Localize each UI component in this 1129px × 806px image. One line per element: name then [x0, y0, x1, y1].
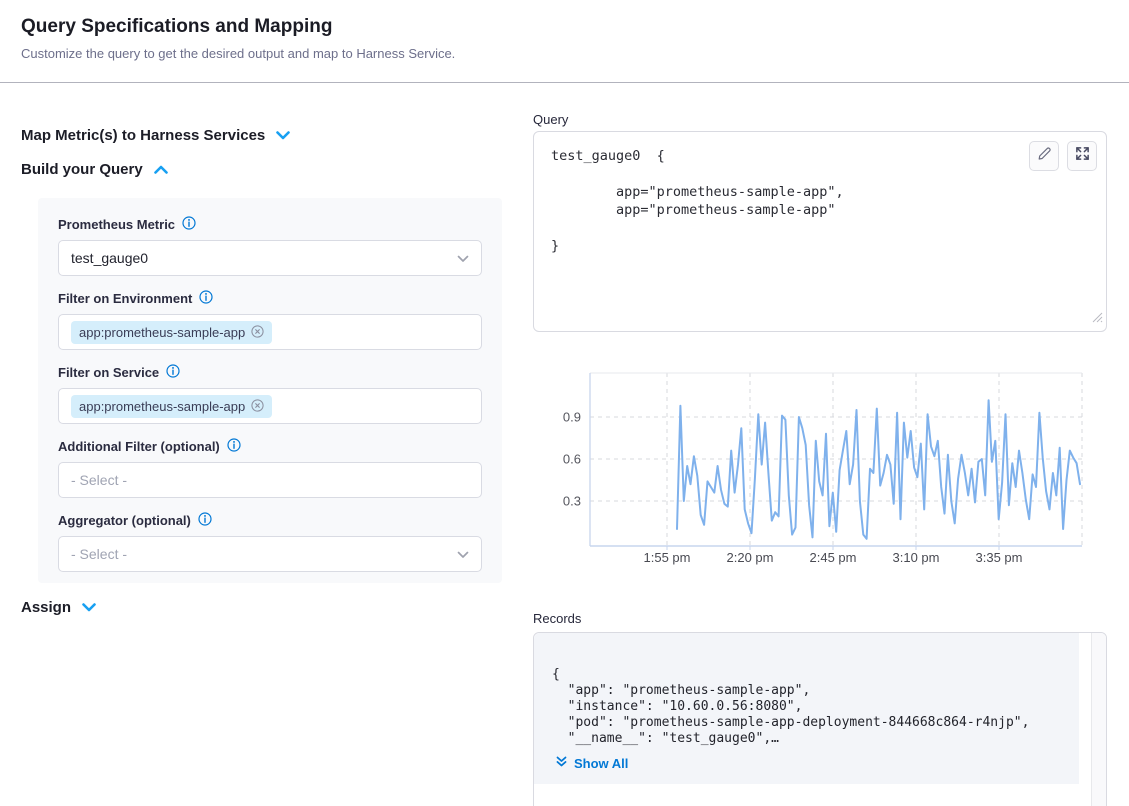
resize-grip[interactable] [1092, 310, 1103, 328]
svg-text:0.3: 0.3 [563, 494, 581, 509]
page-subtitle: Customize the query to get the desired o… [21, 46, 455, 61]
additional-filter-input[interactable]: - Select - [58, 462, 482, 498]
page-title: Query Specifications and Mapping [21, 16, 332, 38]
chevron-down-icon [82, 603, 96, 612]
aggregator-select[interactable]: - Select - [58, 536, 482, 572]
info-icon[interactable] [198, 512, 212, 529]
edit-query-button[interactable] [1029, 141, 1059, 171]
field-aggregator: Aggregator (optional) - Select - [58, 512, 482, 572]
svg-text:2:45 pm: 2:45 pm [810, 550, 857, 565]
query-editor[interactable]: test_gauge0 { app="prometheus-sample-app… [533, 131, 1107, 332]
build-query-panel: Prometheus Metric test_gauge0 Filter on … [38, 198, 502, 583]
section-assign[interactable]: Assign [21, 599, 96, 616]
double-chevron-down-icon [556, 756, 567, 771]
query-code[interactable]: test_gauge0 { app="prometheus-sample-app… [551, 147, 844, 255]
svg-text:0.9: 0.9 [563, 410, 581, 425]
chevron-down-icon [276, 131, 290, 140]
prometheus-metric-label: Prometheus Metric [58, 216, 482, 233]
section-assign-label: Assign [21, 599, 71, 616]
show-all-link[interactable]: Show All [556, 756, 628, 771]
info-icon[interactable] [227, 438, 241, 455]
metric-preview-chart: 0.9 0.6 0.3 1:55 pm 2:20 pm 2:45 pm 3:10 pm 3:3… [533, 365, 1085, 570]
page-header: Query Specifications and Mapping Customi… [0, 0, 1129, 83]
field-filter-service: Filter on Service app:prometheus-sample-… [58, 364, 482, 424]
select-chevron-icon [457, 250, 469, 266]
svg-text:1:55 pm: 1:55 pm [644, 550, 691, 565]
chevron-up-icon [154, 165, 168, 174]
line-chart: 0.9 0.6 0.3 1:55 pm 2:20 pm 2:45 pm 3:10 pm 3:3… [533, 365, 1085, 570]
record-card: { "app": "prometheus-sample-app", "insta… [534, 633, 1079, 784]
svg-text:3:35 pm: 3:35 pm [976, 550, 1023, 565]
query-toolbar [1029, 141, 1097, 171]
records-panel: { "app": "prometheus-sample-app", "insta… [533, 632, 1107, 806]
query-specifications-page: Query Specifications and Mapping Customi… [0, 0, 1129, 806]
svg-text:0.6: 0.6 [563, 452, 581, 467]
aggregator-label: Aggregator (optional) [58, 512, 482, 529]
pencil-icon [1036, 146, 1052, 167]
field-filter-environment: Filter on Environment app:prometheus-sam… [58, 290, 482, 350]
section-map-metrics[interactable]: Map Metric(s) to Harness Services [21, 127, 290, 144]
filter-service-input[interactable]: app:prometheus-sample-app [58, 388, 482, 424]
expand-query-button[interactable] [1067, 141, 1097, 171]
svg-text:2:20 pm: 2:20 pm [727, 550, 774, 565]
remove-tag-icon[interactable] [251, 399, 264, 414]
info-icon[interactable] [166, 364, 180, 381]
section-build-query[interactable]: Build your Query [21, 161, 168, 178]
filter-environment-input[interactable]: app:prometheus-sample-app [58, 314, 482, 350]
additional-filter-label: Additional Filter (optional) [58, 438, 482, 455]
record-json: { "app": "prometheus-sample-app", "insta… [552, 667, 1029, 747]
service-filter-tag: app:prometheus-sample-app [71, 395, 272, 418]
filter-environment-label: Filter on Environment [58, 290, 482, 307]
filter-service-label: Filter on Service [58, 364, 482, 381]
remove-tag-icon[interactable] [251, 325, 264, 340]
svg-text:3:10 pm: 3:10 pm [893, 550, 940, 565]
field-prometheus-metric: Prometheus Metric test_gauge0 [58, 216, 482, 276]
section-build-query-label: Build your Query [21, 161, 143, 178]
prometheus-metric-select[interactable]: test_gauge0 [58, 240, 482, 276]
records-scrollbar[interactable] [1091, 633, 1106, 806]
records-label: Records [533, 611, 581, 626]
field-additional-filter: Additional Filter (optional) - Select - [58, 438, 482, 498]
environment-filter-tag: app:prometheus-sample-app [71, 321, 272, 344]
section-map-metrics-label: Map Metric(s) to Harness Services [21, 127, 265, 144]
info-icon[interactable] [199, 290, 213, 307]
info-icon[interactable] [182, 216, 196, 233]
fullscreen-expand-icon [1075, 146, 1090, 166]
query-label: Query [533, 112, 568, 127]
select-chevron-icon [457, 546, 469, 562]
